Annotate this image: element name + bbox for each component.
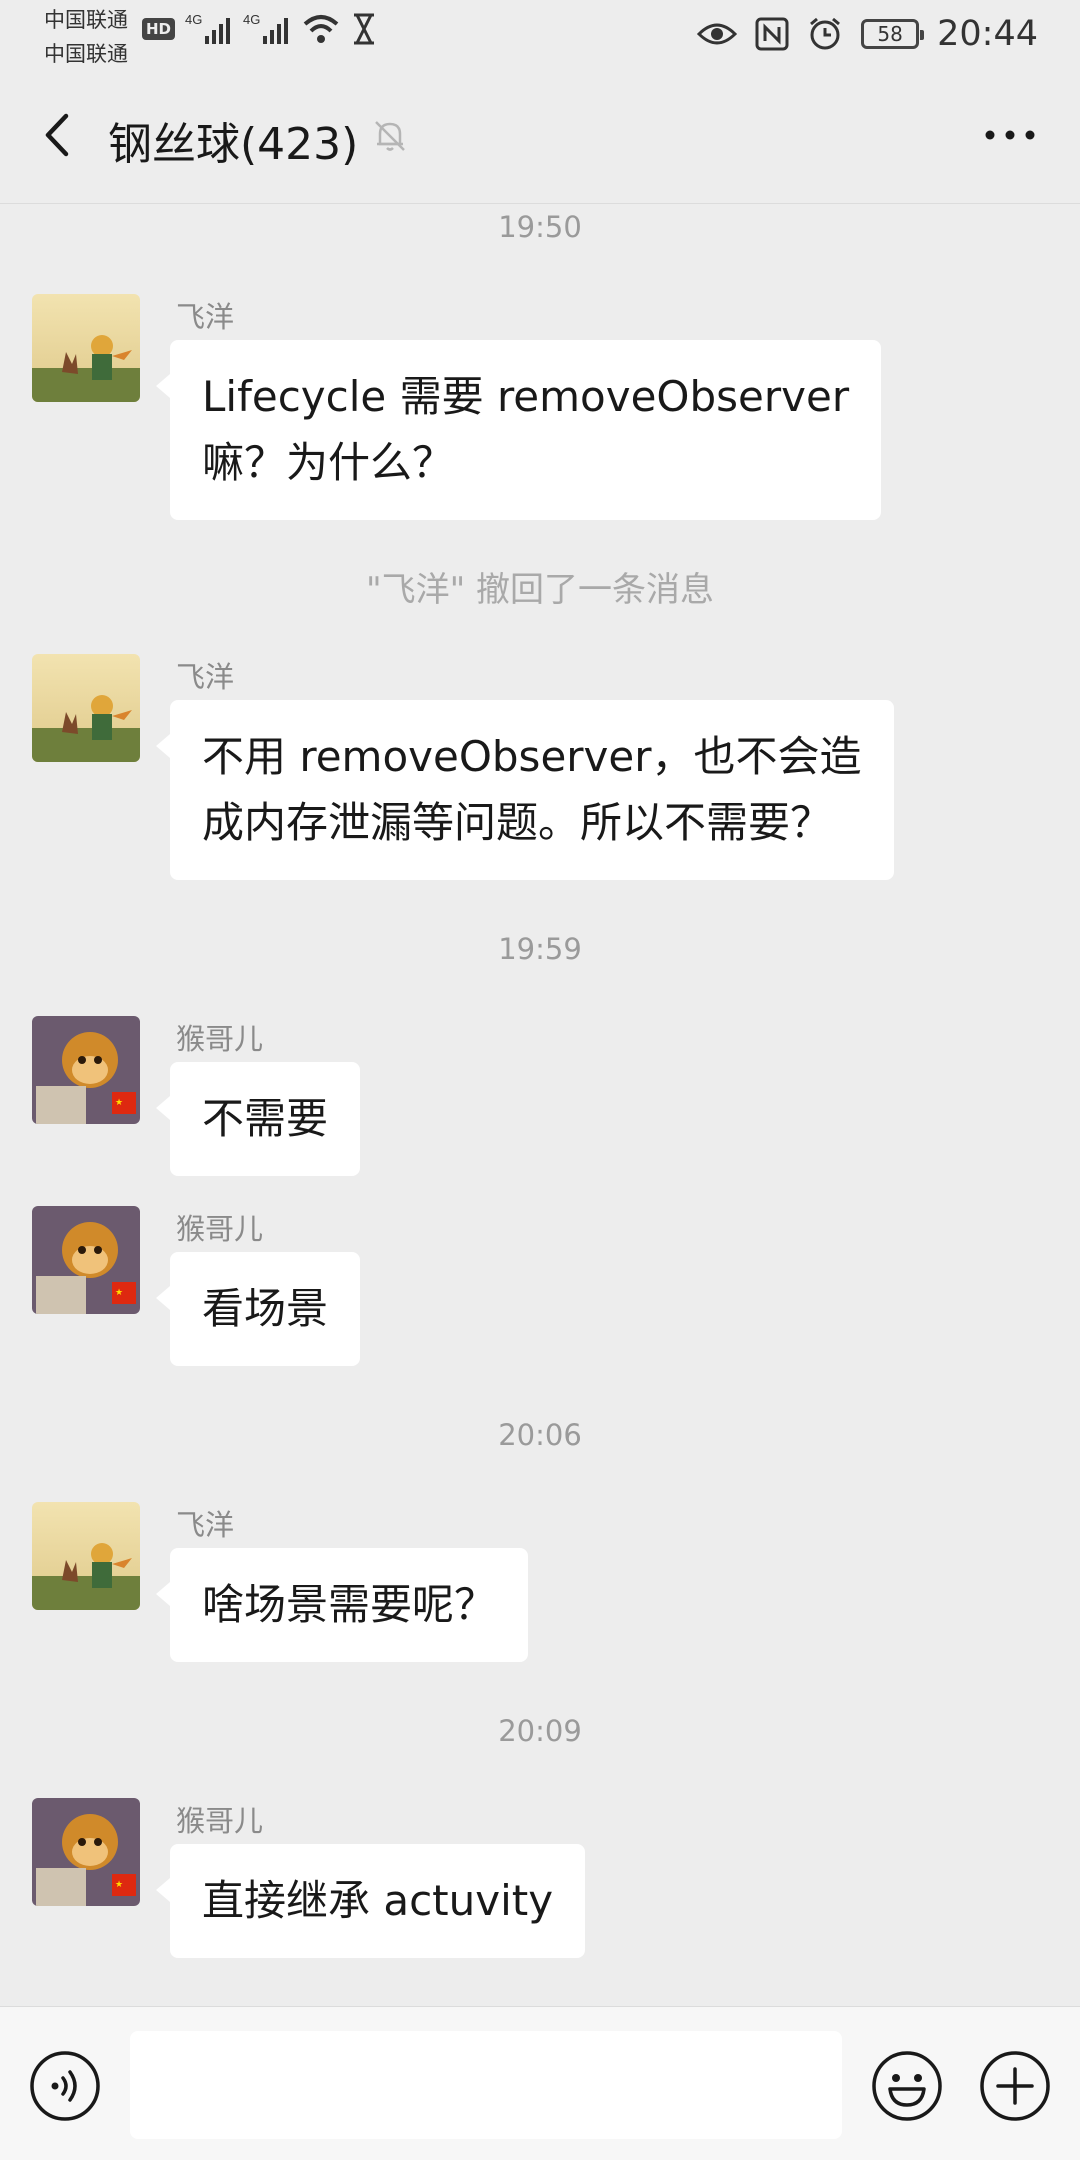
svg-text:★: ★ — [115, 1880, 123, 1890]
avatar-feiyang[interactable] — [32, 294, 140, 402]
avatar-image — [32, 294, 140, 402]
hourglass-icon — [354, 13, 375, 45]
input-bar — [0, 2006, 1080, 2160]
nfc-icon — [755, 17, 789, 51]
timestamp: 20:06 — [498, 1418, 582, 1452]
sender-name: 飞洋 — [176, 1508, 235, 1542]
sender-name: 飞洋 — [176, 660, 235, 694]
more-options-icon[interactable] — [980, 112, 1040, 158]
message-text-line: 成内存泄漏等问题。所以不需要？ — [202, 798, 833, 847]
carrier-label-1: 中国联通 — [44, 8, 128, 32]
wifi-icon — [303, 15, 339, 43]
avatar-feiyang[interactable] — [32, 1502, 140, 1610]
message-bubble[interactable]: 不需要 — [155, 1062, 361, 1176]
message-bubble[interactable]: Lifecycle 需要 removeObserver 嘛？为什么？ — [155, 340, 882, 520]
signal-icon: 4G — [243, 12, 289, 44]
message-bubble[interactable]: 啥场景需要呢？ — [155, 1548, 529, 1662]
avatar-houger[interactable]: ★ — [32, 1206, 140, 1314]
avatar-image — [32, 1502, 140, 1610]
signal-icon: 4G — [185, 12, 231, 44]
sender-name: 猴哥儿 — [176, 1022, 264, 1056]
message-text-line: Lifecycle 需要 removeObserver — [202, 372, 850, 421]
message-input[interactable] — [130, 2031, 842, 2139]
avatar-image: ★ — [32, 1798, 140, 1906]
timestamp: 20:09 — [498, 1714, 582, 1748]
status-right: 58 20:44 — [697, 14, 1038, 54]
hd-badge: HD — [142, 18, 176, 40]
message-bubble[interactable]: 不用 removeObserver，也不会造 成内存泄漏等问题。所以不需要？ — [156, 700, 894, 880]
battery-indicator: 58 — [861, 19, 925, 49]
message-bubble[interactable]: 看场景 — [155, 1252, 361, 1366]
status-bar: 中国联通 中国联通 HD 4G 4G 58 20:44 — [0, 0, 1080, 66]
timestamp: 19:50 — [498, 210, 582, 244]
carrier-label-2: 中国联通 — [44, 42, 128, 66]
emoji-icon[interactable] — [870, 2049, 944, 2123]
message-text: 看场景 — [202, 1284, 329, 1333]
chat-title: 钢丝球(423) — [108, 119, 359, 170]
sender-name: 猴哥儿 — [176, 1804, 264, 1838]
message-text: 不需要 — [202, 1094, 329, 1143]
back-arrow-icon[interactable] — [32, 108, 86, 162]
sender-name: 飞洋 — [176, 300, 235, 334]
avatar-image: ★ — [32, 1016, 140, 1124]
message-text-line: 不用 removeObserver，也不会造 — [202, 732, 862, 781]
avatar-houger[interactable]: ★ — [32, 1798, 140, 1906]
avatar-image — [32, 654, 140, 762]
network-type-label: 4G — [243, 12, 260, 27]
recall-notice: "飞洋" 撤回了一条消息 — [365, 570, 715, 610]
clock: 20:44 — [937, 14, 1038, 54]
message-text: 直接继承 actuvity — [202, 1876, 554, 1925]
alarm-icon — [810, 17, 841, 50]
muted-bell-icon — [375, 121, 405, 151]
eye-icon — [697, 23, 738, 45]
svg-text:★: ★ — [115, 1098, 123, 1108]
sender-name: 猴哥儿 — [176, 1212, 264, 1246]
chat-header: 钢丝球(423) — [0, 66, 1080, 204]
avatar-houger[interactable]: ★ — [32, 1016, 140, 1124]
network-type-label: 4G — [185, 12, 202, 27]
message-bubble[interactable]: 直接继承 actuvity — [155, 1844, 586, 1958]
network-indicators: HD 4G 4G — [142, 12, 377, 46]
message-text-line: 嘛？为什么？ — [202, 438, 455, 487]
avatar-image: ★ — [32, 1206, 140, 1314]
svg-text:★: ★ — [115, 1288, 123, 1298]
add-more-icon[interactable] — [978, 2049, 1052, 2123]
avatar-feiyang[interactable] — [32, 654, 140, 762]
timestamp: 19:59 — [498, 932, 582, 966]
message-text: 啥场景需要呢？ — [202, 1580, 497, 1629]
voice-input-icon[interactable] — [28, 2049, 102, 2123]
message-list[interactable]: 19:50 飞洋 Lifecycle 需要 removeObserver 嘛？为… — [0, 204, 1080, 2004]
